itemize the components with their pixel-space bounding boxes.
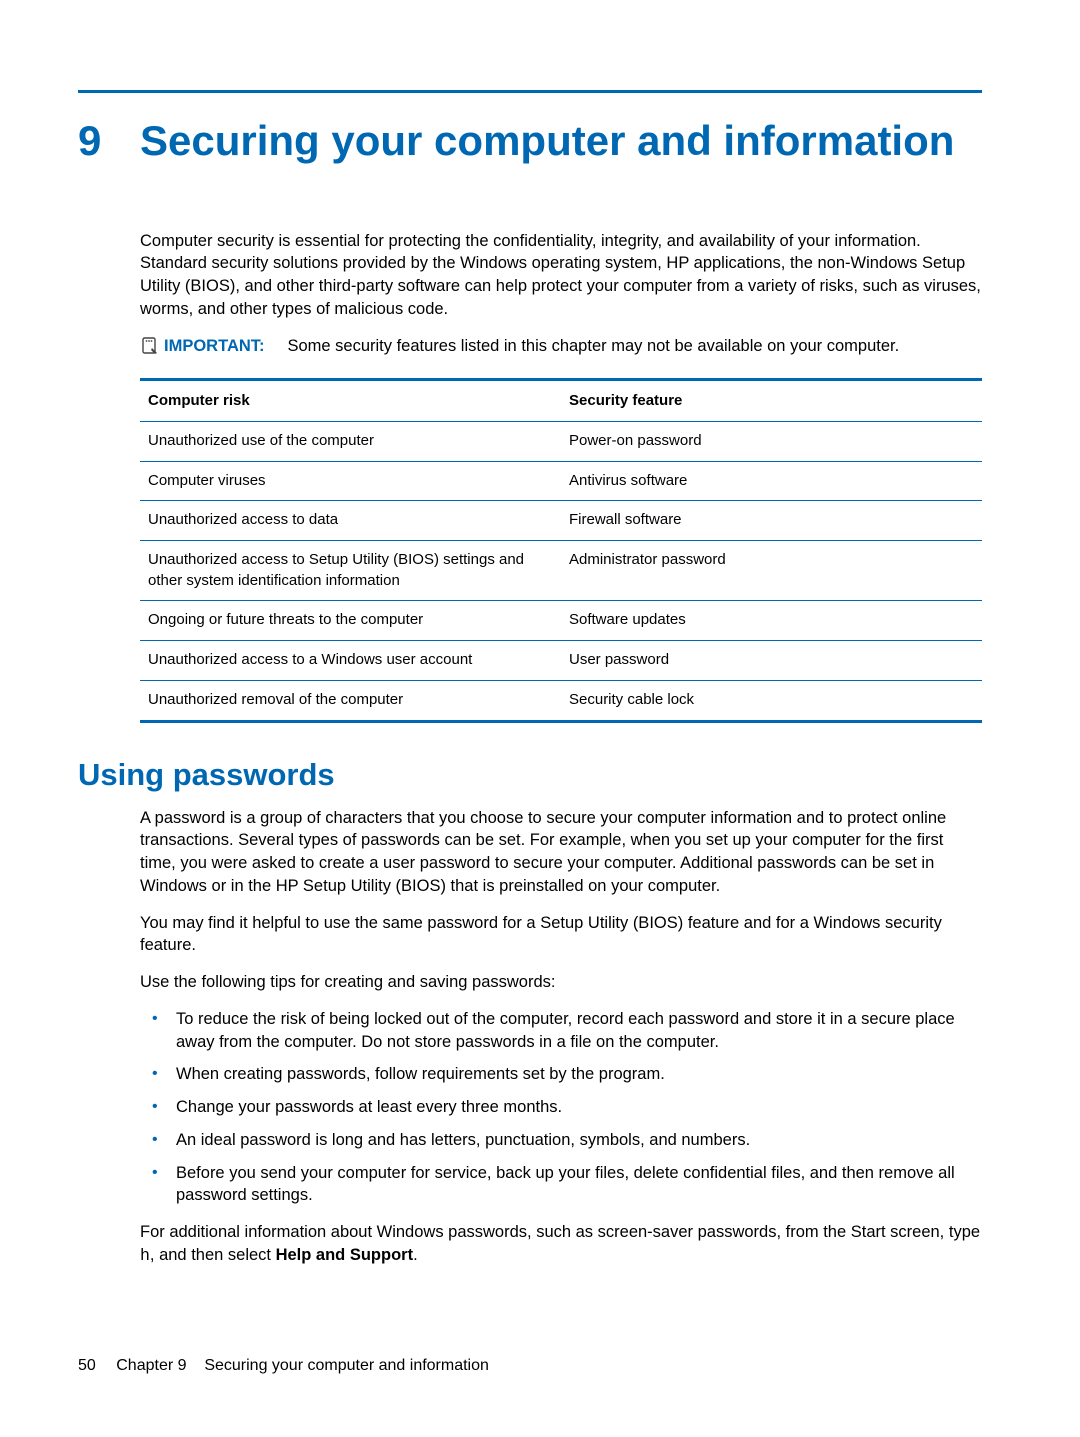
page-content: 9 Securing your computer and information… <box>0 0 1080 1342</box>
table-row: Computer virusesAntivirus software <box>140 461 982 501</box>
cell-feature: Security cable lock <box>561 680 982 721</box>
cell-risk: Unauthorized access to Setup Utility (BI… <box>140 541 561 601</box>
cell-risk: Unauthorized access to data <box>140 501 561 541</box>
important-body: Some security features listed in this ch… <box>287 337 899 355</box>
cell-feature: Power-on password <box>561 422 982 462</box>
important-label: IMPORTANT: <box>164 337 265 355</box>
table-row: Ongoing or future threats to the compute… <box>140 601 982 641</box>
table-row: Unauthorized access to dataFirewall soft… <box>140 501 982 541</box>
section-heading: Using passwords <box>78 757 982 793</box>
page-number: 50 <box>78 1357 96 1374</box>
top-rule <box>78 90 982 93</box>
paragraph: Use the following tips for creating and … <box>140 971 982 994</box>
cell-feature: Software updates <box>561 601 982 641</box>
text-run: , and then select <box>150 1246 276 1264</box>
cell-feature: Administrator password <box>561 541 982 601</box>
chapter-title: Securing your computer and information <box>140 115 954 168</box>
chapter-header: 9 Securing your computer and information <box>78 115 982 168</box>
cell-risk: Ongoing or future threats to the compute… <box>140 601 561 641</box>
intro-paragraph: Computer security is essential for prote… <box>140 230 982 321</box>
cell-risk: Unauthorized access to a Windows user ac… <box>140 641 561 681</box>
footer-chapter-label: Chapter 9 <box>116 1357 186 1374</box>
table-row: Unauthorized access to Setup Utility (BI… <box>140 541 982 601</box>
paragraph: You may find it helpful to use the same … <box>140 912 982 958</box>
col-header-risk: Computer risk <box>140 380 561 422</box>
list-item: To reduce the risk of being locked out o… <box>140 1008 982 1054</box>
risk-feature-table: Computer risk Security feature Unauthori… <box>140 378 982 722</box>
tips-list: To reduce the risk of being locked out o… <box>140 1008 982 1207</box>
cell-feature: User password <box>561 641 982 681</box>
list-item: When creating passwords, follow requirem… <box>140 1063 982 1086</box>
cell-risk: Unauthorized use of the computer <box>140 422 561 462</box>
table-body: Unauthorized use of the computerPower-on… <box>140 422 982 722</box>
important-icon <box>140 336 162 363</box>
text-run: . <box>413 1246 418 1264</box>
section-body: A password is a group of characters that… <box>140 807 982 1268</box>
important-text: IMPORTANT: Some security features listed… <box>164 335 899 358</box>
paragraph: A password is a group of characters that… <box>140 807 982 898</box>
cell-risk: Unauthorized removal of the computer <box>140 680 561 721</box>
list-item: An ideal password is long and has letter… <box>140 1129 982 1152</box>
table-header-row: Computer risk Security feature <box>140 380 982 422</box>
cell-risk: Computer viruses <box>140 461 561 501</box>
list-item: Before you send your computer for servic… <box>140 1162 982 1208</box>
col-header-feature: Security feature <box>561 380 982 422</box>
code-text: h <box>140 1246 150 1265</box>
important-note: IMPORTANT: Some security features listed… <box>140 335 982 363</box>
list-item: Change your passwords at least every thr… <box>140 1096 982 1119</box>
cell-feature: Firewall software <box>561 501 982 541</box>
bold-text: Help and Support <box>276 1246 414 1264</box>
table-row: Unauthorized removal of the computerSecu… <box>140 680 982 721</box>
table-row: Unauthorized access to a Windows user ac… <box>140 641 982 681</box>
content-body: Computer security is essential for prote… <box>140 230 982 723</box>
cell-feature: Antivirus software <box>561 461 982 501</box>
page-footer: 50 Chapter 9 Securing your computer and … <box>78 1357 489 1375</box>
chapter-number: 9 <box>78 117 140 165</box>
table-row: Unauthorized use of the computerPower-on… <box>140 422 982 462</box>
footer-chapter-title: Securing your computer and information <box>204 1357 489 1374</box>
paragraph: For additional information about Windows… <box>140 1221 982 1268</box>
text-run: For additional information about Windows… <box>140 1223 980 1241</box>
